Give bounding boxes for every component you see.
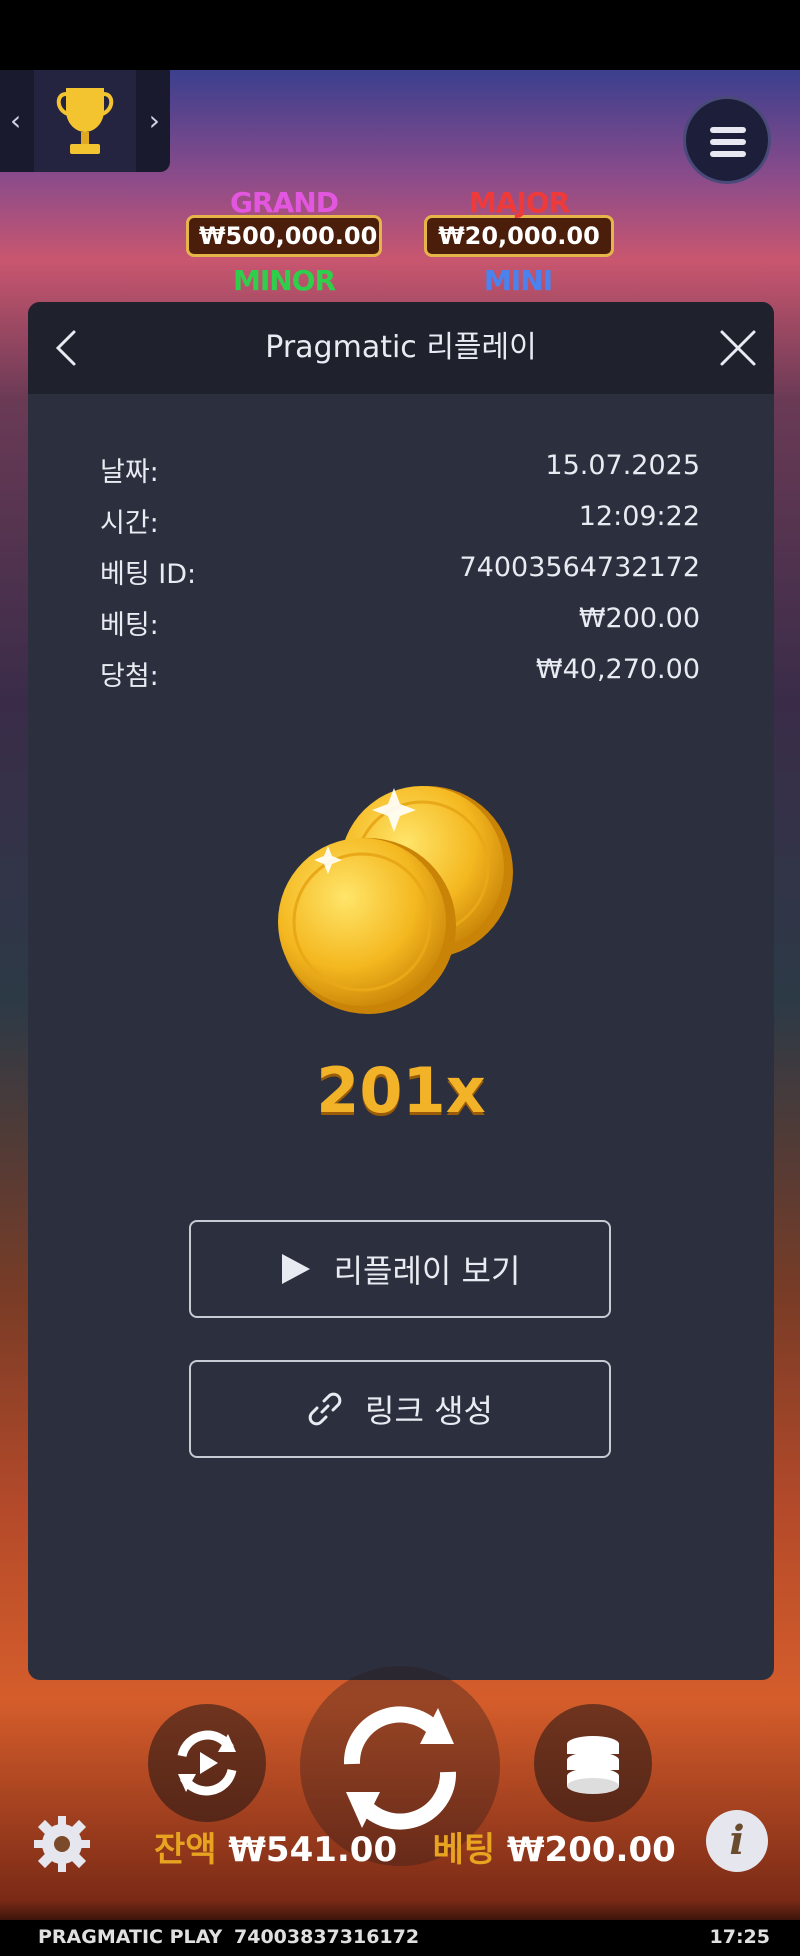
watch-replay-label: 리플레이 보기 — [333, 1252, 521, 1290]
chevron-right-icon[interactable]: › — [149, 104, 160, 137]
footer: PRAGMATIC PLAY 74003837316172 17:25 — [0, 1920, 800, 1956]
detail-label: 베팅 ID: — [100, 559, 197, 590]
jackpot-value: ₩500,000.00 — [186, 215, 382, 257]
detail-label: 날짜: — [100, 457, 159, 488]
menu-icon — [710, 127, 746, 133]
create-link-button[interactable]: 링크 생성 — [189, 1360, 611, 1458]
coin-stack-icon — [567, 1736, 619, 1794]
bet-label: 베팅 — [432, 1830, 496, 1870]
jackpot-minor: MINOR — [196, 264, 372, 297]
detail-row-time: 시간: 12:09:22 — [100, 501, 700, 552]
detail-value: 15.07.2025 — [545, 450, 700, 481]
detail-label: 시간: — [100, 508, 159, 539]
detail-value: 74003564732172 — [459, 552, 701, 583]
brand-label: PRAGMATIC PLAY — [38, 1926, 223, 1948]
clock: 17:25 — [709, 1926, 770, 1948]
bet-amount-button[interactable] — [534, 1704, 652, 1822]
modal-title: Pragmatic 리플레이 — [265, 330, 537, 365]
jackpot-name: MINI — [483, 264, 553, 297]
detail-row-win: 당첨: ₩40,270.00 — [100, 654, 700, 705]
jackpot-mini: MINI — [440, 264, 596, 297]
status-bar — [0, 0, 800, 70]
watch-replay-button[interactable]: 리플레이 보기 — [189, 1220, 611, 1318]
modal-header: Pragmatic 리플레이 — [28, 302, 774, 394]
jackpot-name: MINOR — [232, 264, 336, 297]
create-link-label: 링크 생성 — [365, 1392, 493, 1430]
bet-details: 날짜: 15.07.2025 시간: 12:09:22 베팅 ID: 74003… — [100, 450, 700, 705]
balance-bar: 잔액 ₩541.00 베팅 ₩200.00 — [154, 1822, 676, 1871]
detail-row-bet-id: 베팅 ID: 74003564732172 — [100, 552, 700, 603]
jackpot-major: MAJOR ₩20,000.00 — [424, 186, 614, 257]
trophy-icon — [56, 88, 114, 154]
info-icon: i — [729, 1817, 745, 1864]
autoplay-icon — [177, 1730, 237, 1796]
bet-value: ₩200.00 — [507, 1830, 676, 1870]
detail-value: 12:09:22 — [578, 501, 700, 532]
detail-row-date: 날짜: 15.07.2025 — [100, 450, 700, 501]
detail-value: ₩40,270.00 — [535, 654, 700, 685]
chevron-left-icon[interactable]: ‹ — [10, 104, 21, 137]
balance-value: ₩541.00 — [228, 1830, 398, 1870]
detail-label: 베팅: — [100, 610, 159, 641]
play-icon — [281, 1254, 310, 1284]
link-icon — [308, 1392, 342, 1426]
info-button[interactable]: i — [706, 1810, 768, 1872]
win-multiplier: 201x — [316, 1054, 486, 1127]
detail-value: ₩200.00 — [578, 603, 700, 634]
balance-label: 잔액 — [154, 1830, 217, 1870]
trophy-button[interactable] — [34, 70, 136, 172]
back-icon[interactable] — [44, 324, 92, 372]
replay-modal: Pragmatic 리플레이 날짜: 15.07.2025 시간: 12:09:… — [28, 302, 774, 1680]
menu-button[interactable] — [683, 96, 771, 184]
detail-row-bet: 베팅: ₩200.00 — [100, 603, 700, 654]
round-id: 74003837316172 — [234, 1926, 420, 1948]
jackpot-grand: GRAND ₩500,000.00 — [186, 186, 382, 257]
settings-icon[interactable] — [30, 1812, 94, 1876]
autoplay-button[interactable] — [148, 1704, 266, 1822]
tournament-selector[interactable]: ‹ › — [0, 70, 170, 172]
detail-label: 당첨: — [100, 661, 159, 692]
jackpot-value: ₩20,000.00 — [424, 215, 614, 257]
close-icon[interactable] — [714, 324, 762, 372]
coins-icon — [278, 786, 513, 1014]
